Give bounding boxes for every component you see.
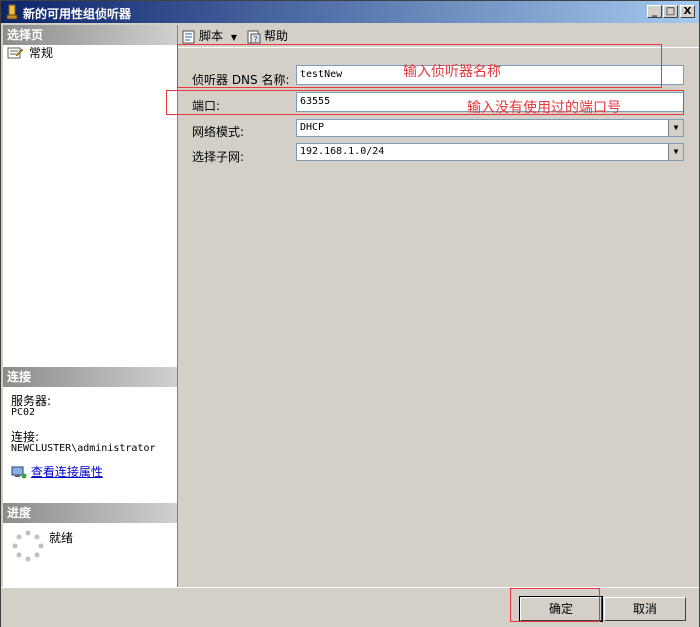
help-icon: ? (247, 30, 261, 44)
script-icon (182, 30, 195, 43)
title-bar[interactable]: 新的可用性组侦听器 _ □ X (1, 1, 699, 23)
view-connection-properties-link[interactable]: 查看连接属性 (11, 466, 103, 479)
script-label: 脚本 (199, 29, 224, 43)
listener-icon (6, 4, 18, 20)
left-panel: 选择页 常规 连接 服务器: PC02 连接: NEWCLUSTER\admin… (3, 25, 178, 587)
port-annotation-text: 输入没有使用过的端口号 (467, 100, 621, 116)
chevron-down-icon[interactable]: ▼ (668, 144, 683, 160)
dialog-window: 新的可用性组侦听器 _ □ X 选择页 常规 连接 服务器: PC02 连接: … (0, 0, 700, 627)
select-page-header: 选择页 (3, 25, 177, 45)
svg-text:?: ? (254, 35, 258, 44)
subnet-select[interactable]: 192.168.1.0/24 ▼ (296, 143, 684, 161)
network-mode-select[interactable]: DHCP ▼ (296, 119, 684, 137)
server-label: 服务器: (11, 394, 52, 408)
chevron-down-icon[interactable]: ▼ (231, 33, 237, 42)
ok-annotation-box (510, 588, 600, 622)
network-mode-value: DHCP (300, 122, 325, 133)
server-value: PC02 (11, 407, 36, 418)
help-label: 帮助 (264, 29, 289, 43)
view-connection-properties-text[interactable]: 查看连接属性 (31, 465, 103, 479)
subnet-value: 192.168.1.0/24 (300, 146, 385, 157)
minimize-button[interactable]: _ (647, 5, 662, 18)
page-item-label: 常规 (29, 46, 54, 60)
connection-properties-icon (11, 466, 27, 479)
progress-header: 进度 (3, 503, 177, 523)
cancel-button[interactable]: 取消 (604, 597, 686, 621)
connection-label: 连接: (11, 430, 40, 444)
properties-icon (7, 47, 23, 59)
network-mode-label: 网络模式: (192, 125, 245, 139)
progress-spinner-icon (12, 530, 44, 562)
window-title: 新的可用性组侦听器 (23, 7, 132, 21)
chevron-down-icon[interactable]: ▼ (668, 120, 683, 136)
close-button[interactable]: X (680, 5, 695, 18)
help-button[interactable]: ? 帮助 (246, 28, 288, 44)
subnet-label: 选择子网: (192, 150, 245, 164)
connection-value: NEWCLUSTER\administrator (11, 443, 156, 454)
dns-annotation-text: 输入侦听器名称 (403, 64, 501, 80)
script-button[interactable]: 脚本 ▼ (181, 28, 237, 44)
progress-status: 就绪 (49, 531, 74, 545)
connection-header: 连接 (3, 367, 177, 387)
maximize-button[interactable]: □ (663, 5, 678, 18)
